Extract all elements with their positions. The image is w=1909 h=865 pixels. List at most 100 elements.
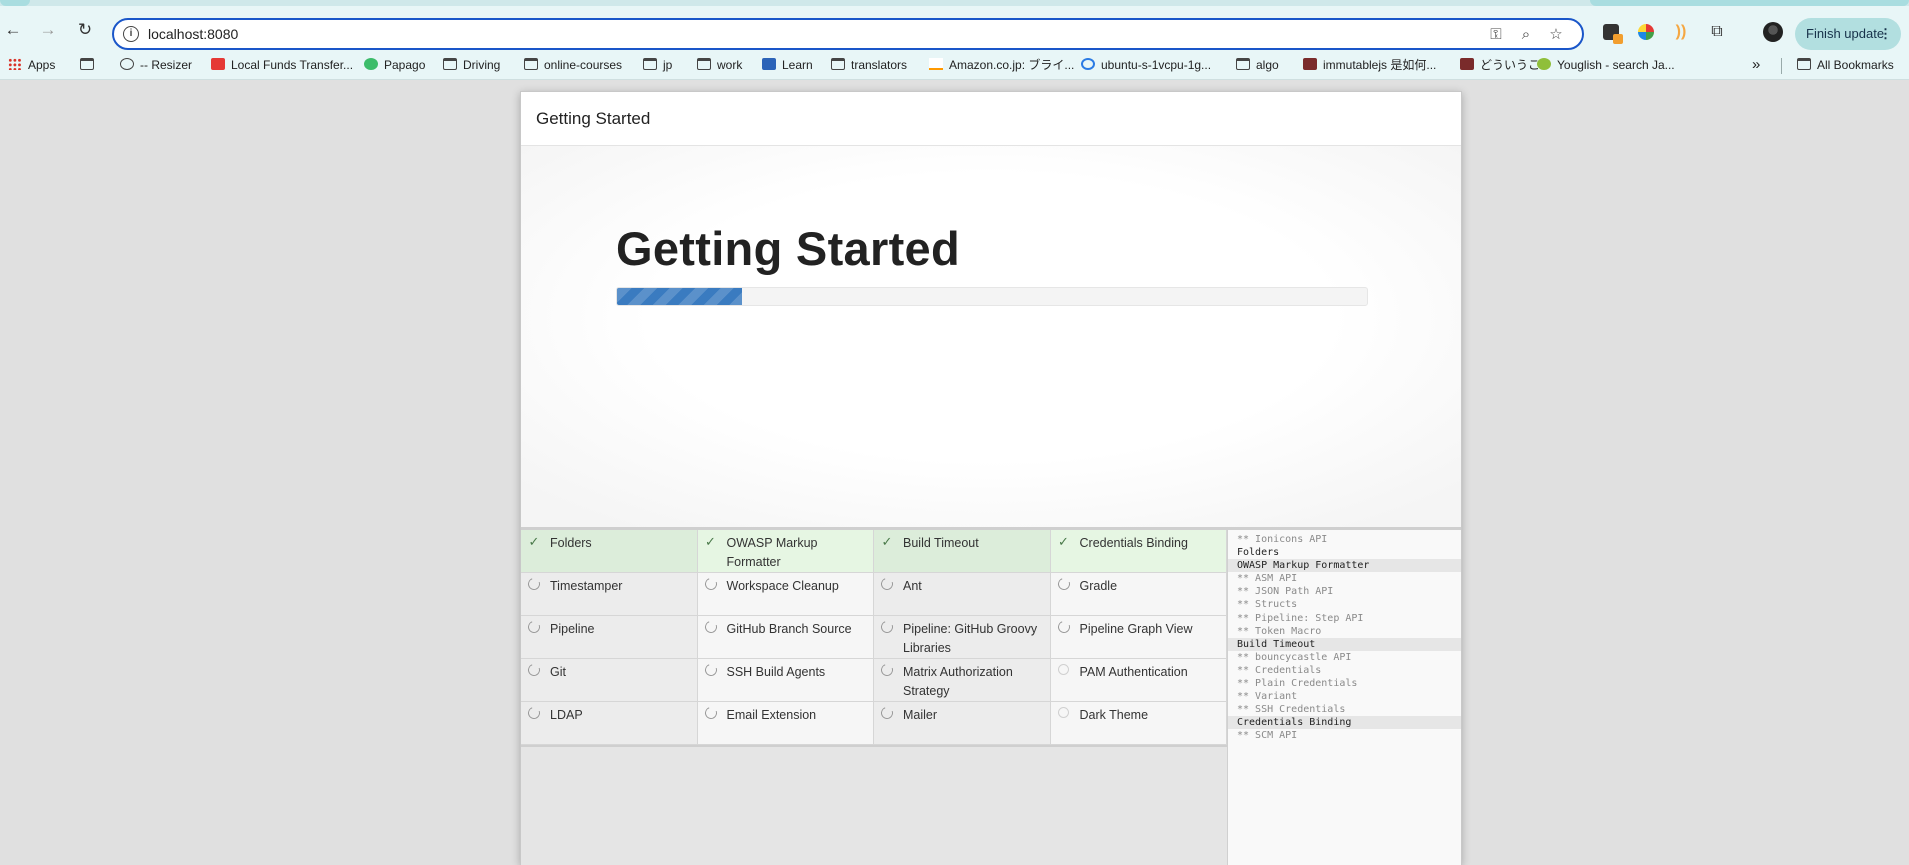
bookmark-item[interactable]: Local Funds Transfer... xyxy=(211,56,353,74)
log-line: ** Credentials xyxy=(1237,664,1322,676)
plugin-cell: PAM Authentication xyxy=(1050,659,1227,702)
bookmark-item[interactable] xyxy=(80,56,100,74)
spinner-ring xyxy=(879,619,895,635)
plugin-name: Gradle xyxy=(1079,579,1118,593)
bookmark-item[interactable]: algo xyxy=(1236,56,1279,74)
spinner-icon xyxy=(702,705,719,721)
finish-update-button[interactable]: Finish update ⋮ xyxy=(1795,18,1901,50)
folder-icon xyxy=(643,58,657,70)
spinner-icon xyxy=(526,619,542,635)
log-line: ** SSH Credentials xyxy=(1237,704,1346,716)
plugin-cell: ✓ Build Timeout xyxy=(874,530,1051,573)
dialog-header-title: Getting Started xyxy=(521,92,1461,146)
bookmark-item[interactable]: どういうこ xyxy=(1460,56,1540,74)
checkmark-icon: ✓ xyxy=(528,534,540,549)
plugin-name: SSH Build Agents xyxy=(726,665,826,679)
spinner-ring xyxy=(526,662,542,678)
pending-ring xyxy=(1058,664,1069,675)
folder-icon xyxy=(1236,58,1250,70)
log-line: ** Variant xyxy=(1237,691,1298,703)
folder-icon xyxy=(1797,58,1811,70)
extensions-puzzle-icon[interactable]: ⧉ xyxy=(1706,21,1728,43)
spinner-ring xyxy=(702,705,719,721)
spinner-ring xyxy=(526,576,542,592)
rss-icon[interactable]: )) xyxy=(1670,21,1692,43)
log-line: Build Timeout xyxy=(1228,637,1461,651)
bookmark-item[interactable]: Apps xyxy=(8,56,55,74)
bookmark-label: Driving xyxy=(463,58,501,72)
spinner-ring xyxy=(702,619,719,635)
bookmark-label: immutablejs 是如何... xyxy=(1323,58,1437,72)
bookmark-item[interactable]: Learn xyxy=(762,56,813,74)
bookmark-item[interactable]: translators xyxy=(831,56,907,74)
url-text[interactable]: localhost:8080 xyxy=(148,26,238,42)
bookmark-item[interactable]: online-courses xyxy=(524,56,622,74)
spinner-ring xyxy=(879,705,895,721)
plugin-cell: Pipeline Graph View xyxy=(1050,616,1227,659)
site-icon xyxy=(1460,58,1474,70)
spinner-icon xyxy=(1055,619,1072,635)
browser-toolbar: ← → ↻ i localhost:8080 ⚿ ⌕ ☆ )) ⧉ Finish… xyxy=(0,6,1909,50)
log-line: ** SCM API xyxy=(1237,730,1298,742)
bookmark-item[interactable]: jp xyxy=(643,56,672,74)
bookmark-item[interactable]: -- Resizer xyxy=(120,56,192,74)
bookmark-label: Amazon.co.jp: ブライ... xyxy=(949,58,1075,72)
back-icon[interactable]: ← xyxy=(2,19,24,41)
reload-icon[interactable]: ↻ xyxy=(74,19,96,41)
plugin-cell: SSH Build Agents xyxy=(697,659,874,702)
plugin-cell: Mailer xyxy=(874,702,1051,745)
plugin-name: Workspace Cleanup xyxy=(726,579,839,593)
bookmark-label: Youglish - search Ja... xyxy=(1557,58,1675,72)
log-line: ** Plain Credentials xyxy=(1237,678,1358,690)
log-line: Folders xyxy=(1237,547,1280,559)
bookmark-item[interactable]: immutablejs 是如何... xyxy=(1303,56,1436,74)
bank-icon xyxy=(211,58,225,70)
bookmark-item[interactable]: work xyxy=(697,56,742,74)
plugin-cell: Workspace Cleanup xyxy=(697,573,874,616)
plugin-name: Pipeline xyxy=(550,622,595,636)
password-key-icon[interactable]: ⚿ xyxy=(1486,25,1506,45)
site-info-icon[interactable]: i xyxy=(123,26,139,42)
plugin-cell: LDAP xyxy=(521,702,698,745)
spinner-icon xyxy=(1055,576,1072,592)
spinner-icon xyxy=(526,576,542,592)
bookmark-label: translators xyxy=(851,58,908,72)
bookmarks-overflow-button[interactable]: » xyxy=(1752,56,1760,74)
bookmark-label: online-courses xyxy=(544,58,623,72)
bookmark-label: jp xyxy=(663,58,673,72)
bookmark-item[interactable]: Papago xyxy=(364,56,425,74)
bookmark-label: algo xyxy=(1256,58,1279,72)
plugin-cell: ✓ OWASP Markup Formatter xyxy=(697,530,874,573)
extension-icon[interactable] xyxy=(1600,21,1623,44)
log-line: ** bouncycastle API xyxy=(1237,651,1352,663)
bookmark-item[interactable]: Youglish - search Ja... xyxy=(1537,56,1675,74)
bookmark-item[interactable]: Driving xyxy=(443,56,500,74)
zoom-icon[interactable]: ⌕ xyxy=(1516,25,1536,45)
plugin-grid: ✓ Folders ✓ OWASP Markup Formatter ✓ Build Ti… xyxy=(521,530,1227,747)
bookmark-item[interactable]: ubuntu-s-1vcpu-1g... xyxy=(1081,56,1211,74)
checkmark-icon: ✓ xyxy=(705,534,716,549)
amazon-icon xyxy=(929,58,943,70)
profile-avatar-icon[interactable] xyxy=(1762,21,1784,43)
tab-groups-icon xyxy=(80,58,94,70)
spinner-ring xyxy=(702,662,719,678)
plugin-name: Mailer xyxy=(903,708,938,722)
log-line: OWASP Markup Formatter xyxy=(1228,559,1461,573)
spinner-icon xyxy=(702,619,719,635)
apps-grid-icon xyxy=(8,58,22,70)
log-line: ** Token Macro xyxy=(1237,625,1322,637)
forward-icon[interactable]: → xyxy=(37,19,59,41)
bookmark-item[interactable]: Amazon.co.jp: ブライ... xyxy=(929,56,1074,74)
address-bar[interactable]: i localhost:8080 ⚿ ⌕ ☆ xyxy=(112,18,1584,50)
all-bookmarks-label: All Bookmarks xyxy=(1817,58,1894,72)
checkmark-icon: ✓ xyxy=(881,534,893,549)
bookmark-label: -- Resizer xyxy=(140,58,193,72)
bookmark-star-icon[interactable]: ☆ xyxy=(1546,25,1566,45)
spinner-icon xyxy=(879,619,895,635)
spinner-icon xyxy=(526,705,542,721)
globe-icon xyxy=(120,58,134,70)
spinner-ring xyxy=(879,662,895,678)
spinner-icon xyxy=(702,576,719,592)
color-extension-icon[interactable] xyxy=(1635,21,1657,43)
all-bookmarks-button[interactable]: All Bookmarks xyxy=(1797,56,1894,74)
